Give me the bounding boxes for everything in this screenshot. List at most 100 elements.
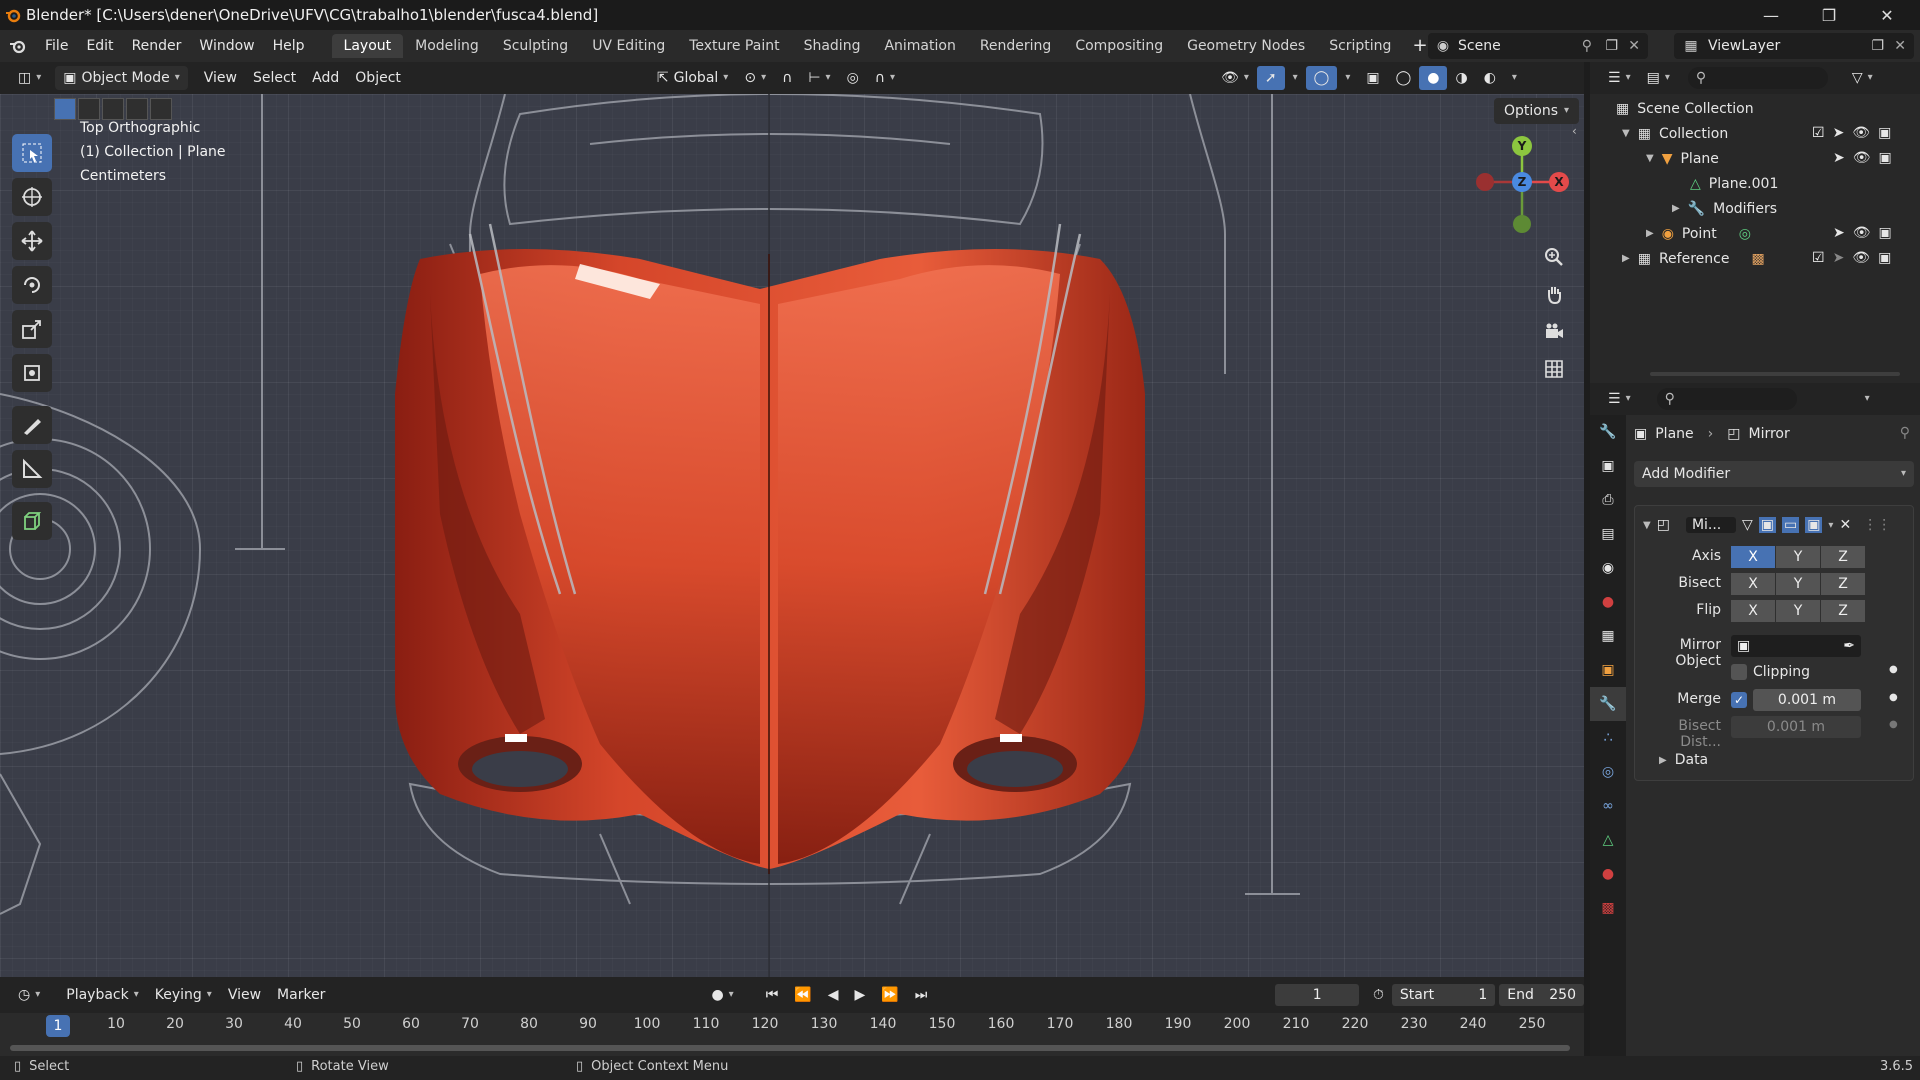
timeline-ruler[interactable]: 1 10 20 30 40 50 60 70 80 90 100 110 120 130 140 150 16… xyxy=(0,1013,1584,1056)
new-viewlayer-icon[interactable]: ❐ xyxy=(1871,38,1884,54)
tab-geometry-nodes[interactable]: Geometry Nodes xyxy=(1175,34,1317,58)
options-dropdown[interactable]: Options ▾ xyxy=(1494,98,1580,124)
tab-shading[interactable]: Shading xyxy=(792,34,873,58)
mirror-object-field[interactable]: ▣ ✒ xyxy=(1731,635,1861,657)
editmode-icon[interactable]: ▣ xyxy=(1758,517,1776,533)
expand-arrow-icon[interactable]: ▶ xyxy=(1622,253,1630,264)
clipping-checkbox[interactable] xyxy=(1731,664,1747,680)
delete-scene-icon[interactable]: ✕ xyxy=(1628,38,1640,54)
expand-arrow-icon[interactable]: ▶ xyxy=(1672,203,1680,214)
minimize-icon[interactable]: — xyxy=(1748,0,1794,30)
tab-scripting[interactable]: Scripting xyxy=(1317,34,1403,58)
new-scene-icon[interactable]: ❐ xyxy=(1605,38,1618,54)
navigation-gizmo[interactable]: Y X Z xyxy=(1462,134,1582,244)
material-tab-icon[interactable]: ● xyxy=(1590,857,1626,891)
keyframe-dot-icon[interactable]: ● xyxy=(1889,664,1898,675)
particles-tab-icon[interactable]: ∴ xyxy=(1590,721,1626,755)
falloff-icon[interactable]: ∩ ▾ xyxy=(867,66,903,90)
overlays-dropdown-icon[interactable]: ▾ xyxy=(1337,66,1358,90)
wireframe-shading-icon[interactable]: ◯ xyxy=(1388,66,1420,90)
menu-window[interactable]: Window xyxy=(190,30,263,62)
realtime-display-icon[interactable]: ▭ xyxy=(1781,517,1800,533)
scene-tab-icon[interactable]: ◉ xyxy=(1590,551,1626,585)
bisect-z-toggle[interactable]: Z xyxy=(1821,573,1865,595)
sidebar-toggle-icon[interactable]: ‹ xyxy=(1572,124,1577,138)
shading-dropdown-icon[interactable]: ▾ xyxy=(1504,66,1525,90)
select-new-icon[interactable] xyxy=(54,98,76,120)
jump-start-icon[interactable]: ⏮ xyxy=(758,983,787,1007)
transform-tool-icon[interactable] xyxy=(12,354,52,392)
menu-file[interactable]: File xyxy=(36,30,77,62)
add-modifier-dropdown[interactable]: Add Modifier ▾ xyxy=(1634,461,1914,487)
data-tab-icon[interactable]: △ xyxy=(1590,823,1626,857)
timeline-view-menu[interactable]: View xyxy=(220,983,269,1007)
zoom-view-icon[interactable] xyxy=(1537,240,1571,274)
render-tab-icon[interactable]: ▣ xyxy=(1590,449,1626,483)
expand-arrow-icon[interactable]: ▼ xyxy=(1622,128,1630,139)
tab-uv-editing[interactable]: UV Editing xyxy=(580,34,677,58)
pin-icon[interactable]: ⚲ xyxy=(1900,425,1910,441)
tab-sculpting[interactable]: Sculpting xyxy=(491,34,580,58)
selectable-arrow-icon[interactable]: ➤ xyxy=(1833,125,1845,141)
axis-y-toggle[interactable]: Y xyxy=(1776,546,1820,568)
bisect-distance-field[interactable]: 0.001 m xyxy=(1731,716,1861,738)
object-tab-icon[interactable]: ▣ xyxy=(1590,653,1626,687)
data-subpanel[interactable]: ▶ Data xyxy=(1659,752,1708,768)
play-reverse-icon[interactable]: ◀ xyxy=(820,983,847,1007)
menu-view[interactable]: View xyxy=(196,66,245,90)
play-icon[interactable]: ▶ xyxy=(847,983,874,1007)
start-frame-field[interactable]: Start 1 xyxy=(1391,984,1496,1006)
world-tab-icon[interactable]: ● xyxy=(1590,585,1626,619)
bisect-x-toggle[interactable]: X xyxy=(1731,573,1775,595)
clipping-option[interactable]: Clipping xyxy=(1731,664,1810,680)
keyframe-dot-icon[interactable]: ● xyxy=(1889,719,1898,730)
move-tool-icon[interactable] xyxy=(12,222,52,260)
overlays-icon[interactable]: ◯ xyxy=(1305,66,1338,90)
eye-icon[interactable]: 👁 xyxy=(1853,225,1871,241)
current-frame-field[interactable]: 1 xyxy=(1275,984,1359,1006)
playback-menu[interactable]: Playback ▾ xyxy=(58,983,147,1007)
visibility-icon[interactable]: 👁 ▾ xyxy=(1213,66,1257,90)
snap-icon[interactable]: ∩ xyxy=(774,66,800,90)
outliner-row-scene-collection[interactable]: ▦ Scene Collection xyxy=(1590,96,1920,121)
timeline-editor-type-icon[interactable]: ◷ ▾ xyxy=(10,983,48,1007)
eye-icon[interactable]: 👁 xyxy=(1852,125,1870,141)
eye-icon[interactable]: 👁 xyxy=(1852,250,1870,266)
outliner-row-modifiers[interactable]: ▶ 🔧 Modifiers xyxy=(1590,196,1920,221)
collection-tab-icon[interactable]: ▦ xyxy=(1590,619,1626,653)
axis-z-toggle[interactable]: Z xyxy=(1821,546,1865,568)
menu-render[interactable]: Render xyxy=(123,30,191,62)
prev-keyframe-icon[interactable]: ⏪ xyxy=(786,983,819,1007)
pan-view-hand-icon[interactable] xyxy=(1537,277,1571,311)
rendered-shading-icon[interactable]: ◐ xyxy=(1476,66,1504,90)
gizmo-dropdown-icon[interactable]: ▾ xyxy=(1285,66,1306,90)
delete-modifier-icon[interactable]: ✕ xyxy=(1839,517,1851,533)
eyedropper-icon[interactable]: ✒ xyxy=(1843,635,1855,657)
xray-icon[interactable]: ▣ xyxy=(1358,66,1387,90)
tab-modeling[interactable]: Modeling xyxy=(403,34,491,58)
camera-render-icon[interactable]: ▣ xyxy=(1878,250,1891,266)
selectable-arrow-icon[interactable]: ➤ xyxy=(1833,225,1845,241)
gizmo-toggle-icon[interactable]: ➚ xyxy=(1256,66,1285,90)
outliner-search-input[interactable]: ⚲ xyxy=(1687,67,1828,89)
expand-arrow-icon[interactable]: ▼ xyxy=(1646,153,1654,164)
menu-help[interactable]: Help xyxy=(264,30,314,62)
add-cube-tool-icon[interactable] xyxy=(12,502,52,540)
tab-layout[interactable]: Layout xyxy=(331,34,404,58)
menu-object[interactable]: Object xyxy=(347,66,409,90)
stopwatch-icon[interactable]: ⏱ xyxy=(1365,983,1392,1007)
exclude-checkbox-icon[interactable]: ☑ xyxy=(1812,125,1825,141)
drag-handle-icon[interactable]: ⋮⋮ xyxy=(1863,517,1891,533)
maximize-icon[interactable]: ❐ xyxy=(1806,0,1852,30)
viewlayer-selector[interactable]: ▦ ViewLayer ❐ ✕ xyxy=(1674,33,1914,59)
marker-menu[interactable]: Marker xyxy=(269,983,333,1007)
outliner-editor-type-icon[interactable]: ☰ ▾ xyxy=(1600,66,1639,90)
constraints-tab-icon[interactable]: ∞ xyxy=(1590,789,1626,823)
camera-render-icon[interactable]: ▣ xyxy=(1878,125,1891,141)
flip-x-toggle[interactable]: X xyxy=(1731,600,1775,622)
editor-type-icon[interactable]: ◫ ▾ xyxy=(10,66,49,90)
camera-render-icon[interactable]: ▣ xyxy=(1879,150,1892,166)
modifier-menu-icon[interactable]: ▾ xyxy=(1828,520,1833,531)
camera-render-icon[interactable]: ▣ xyxy=(1879,225,1892,241)
close-window-icon[interactable]: ✕ xyxy=(1864,0,1910,30)
